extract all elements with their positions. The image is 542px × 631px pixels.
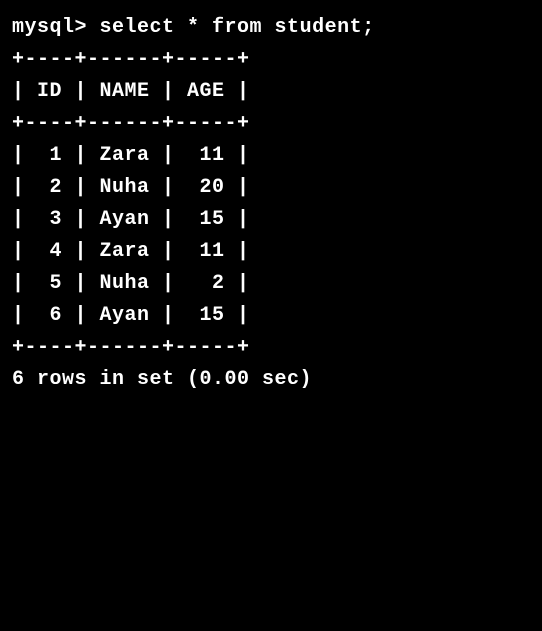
separator-top: +----+------+-----+	[12, 44, 530, 76]
table-row: | 1 | Zara | 11 |	[12, 140, 530, 172]
header-row: | ID | NAME | AGE |	[12, 76, 530, 108]
table-row: | 3 | Ayan | 15 |	[12, 204, 530, 236]
separator-header: +----+------+-----+	[12, 108, 530, 140]
sql-query: select * from student;	[100, 16, 375, 39]
table-row: | 2 | Nuha | 20 |	[12, 172, 530, 204]
separator-bottom: +----+------+-----+	[12, 332, 530, 364]
table-row: | 5 | Nuha | 2 |	[12, 268, 530, 300]
result-footer: 6 rows in set (0.00 sec)	[12, 364, 530, 396]
mysql-prompt: mysql>	[12, 16, 87, 39]
table-row: | 6 | Ayan | 15 |	[12, 300, 530, 332]
table-row: | 4 | Zara | 11 |	[12, 236, 530, 268]
prompt-line: mysql> select * from student;	[12, 12, 530, 44]
